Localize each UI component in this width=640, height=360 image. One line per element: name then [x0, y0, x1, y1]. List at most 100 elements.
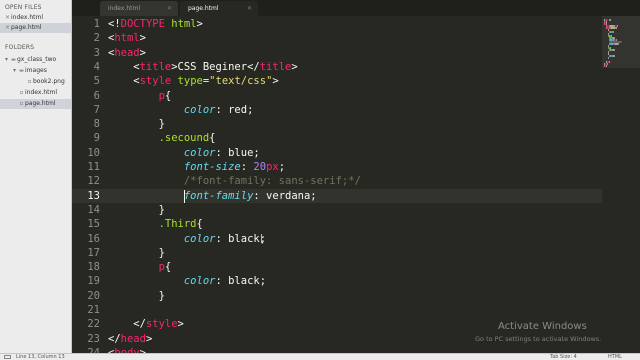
code-line[interactable]: }	[108, 289, 165, 303]
code-token: <	[108, 60, 140, 73]
open-file-item[interactable]: ×page.html	[0, 23, 71, 33]
code-line[interactable]: font-size: 20px;	[108, 160, 285, 174]
disclosure-triangle-icon[interactable]: ▾	[11, 66, 18, 76]
file-item[interactable]: ▫book2.png	[0, 77, 71, 87]
tree-item-label: gx_class_two	[17, 56, 57, 63]
code-token: <!	[108, 18, 121, 30]
code-line[interactable]: }	[108, 246, 165, 260]
folders-header: FOLDERS	[5, 44, 35, 51]
code-line[interactable]: color: black;	[108, 232, 266, 246]
code-token: : verdana;	[253, 189, 317, 202]
code-line[interactable]: </style>	[108, 317, 184, 331]
code-token: </	[108, 318, 146, 331]
line-number: 1	[93, 18, 100, 30]
code-token: : red;	[215, 103, 254, 116]
open-file-label: index.html	[11, 14, 43, 21]
folder-item[interactable]: ▾ ▬gx_class_two	[0, 55, 71, 65]
minimap-mark	[611, 55, 616, 57]
tab-bar: index.html ✕ page.html ✕	[72, 0, 640, 16]
minimap[interactable]	[602, 16, 640, 353]
code-token: <	[108, 75, 140, 88]
code-token: }	[108, 203, 165, 216]
tab-size-indicator[interactable]: Tab Size: 4	[550, 354, 577, 360]
code-line[interactable]: <title>CSS Beginer</title>	[108, 60, 298, 74]
tree-item-label: book2.png	[33, 78, 65, 85]
tree-item-label: index.html	[25, 89, 57, 96]
code-token: title	[139, 60, 172, 73]
code-line[interactable]: }	[108, 203, 165, 217]
file-icon: ▫	[19, 100, 24, 107]
tab-index-html[interactable]: index.html ✕	[100, 1, 178, 16]
code-line[interactable]: <!DOCTYPE html>	[108, 17, 203, 31]
code-token: : black;	[215, 275, 267, 288]
tree-item-label: images	[25, 67, 47, 74]
code-line[interactable]: <head>	[108, 46, 146, 60]
line-number: 24	[87, 346, 100, 353]
line-number: 21	[87, 304, 100, 316]
code-line[interactable]: color: blue;	[108, 146, 260, 160]
code-line[interactable]: .secound{	[108, 131, 216, 145]
folder-icon: ▬	[19, 68, 24, 74]
code-token: font-family	[183, 189, 254, 202]
code-token: style	[145, 318, 178, 331]
minimap-mark	[615, 27, 617, 29]
line-number: 15	[87, 218, 100, 231]
code-token: >	[196, 18, 203, 30]
code-line[interactable]: color: red;	[108, 103, 254, 117]
minimap-mark	[611, 49, 616, 51]
activation-watermark-title: Activate Windows	[498, 321, 587, 332]
line-number: 10	[87, 146, 100, 159]
code-line[interactable]: p{	[108, 89, 172, 103]
mouse-ibeam-cursor	[261, 233, 265, 243]
open-file-item[interactable]: ×index.html	[0, 13, 71, 23]
code-line[interactable]: font-family: verdana;	[108, 189, 317, 203]
code-token: .secound	[158, 132, 210, 145]
code-token: >	[291, 60, 298, 73]
code-line[interactable]: p{	[108, 260, 172, 274]
code-token: >CSS Beginer</	[171, 60, 260, 73]
cursor-position: Line 13, Column 13	[16, 354, 65, 360]
code-line[interactable]: <html>	[108, 31, 146, 45]
syntax-indicator[interactable]: HTML	[608, 354, 622, 360]
code-token: "text/css"	[209, 75, 273, 88]
code-token: </	[108, 332, 121, 345]
code-token: : blue;	[215, 146, 260, 159]
close-icon[interactable]: ×	[4, 13, 11, 23]
file-item[interactable]: ▫page.html	[0, 99, 71, 109]
code-token: title	[259, 60, 292, 73]
line-number: 4	[93, 60, 100, 73]
panel-toggle-icon[interactable]	[4, 355, 11, 359]
close-icon[interactable]: ×	[4, 23, 11, 33]
line-number: 14	[87, 203, 100, 216]
code-line[interactable]: <body>	[108, 346, 146, 353]
line-number: 3	[93, 46, 100, 59]
code-line[interactable]: }	[108, 117, 165, 131]
code-line[interactable]: color: black;	[108, 274, 266, 288]
sidebar: OPEN FILES ×index.html ×page.html FOLDERS…	[0, 0, 72, 353]
folder-icon: ▬	[11, 57, 16, 63]
close-icon[interactable]: ✕	[247, 1, 252, 16]
code-line[interactable]: </head>	[108, 332, 152, 346]
disclosure-triangle-icon[interactable]: ▾	[3, 55, 10, 65]
tab-label: page.html	[188, 5, 219, 12]
file-item[interactable]: ▫index.html	[0, 88, 71, 98]
code-token: : black;	[215, 232, 267, 245]
minimap-mark	[606, 65, 608, 67]
code-token: {	[196, 218, 203, 231]
code-line[interactable]: <style type="text/css">	[108, 74, 278, 88]
folder-item[interactable]: ▾ ▬images	[0, 66, 71, 76]
code-token: html	[171, 18, 197, 30]
file-icon: ▫	[19, 89, 24, 96]
line-number: 13	[87, 189, 100, 202]
tab-page-html[interactable]: page.html ✕	[180, 1, 258, 16]
code-line[interactable]: /*font-family: sans-serif;*/	[108, 174, 361, 188]
close-icon[interactable]: ✕	[167, 1, 172, 16]
code-editor[interactable]: 1 <!DOCTYPE html> 2 <html> 3 <head> 4 <title>C…	[72, 16, 602, 353]
code-line[interactable]: .Third{	[108, 217, 203, 231]
